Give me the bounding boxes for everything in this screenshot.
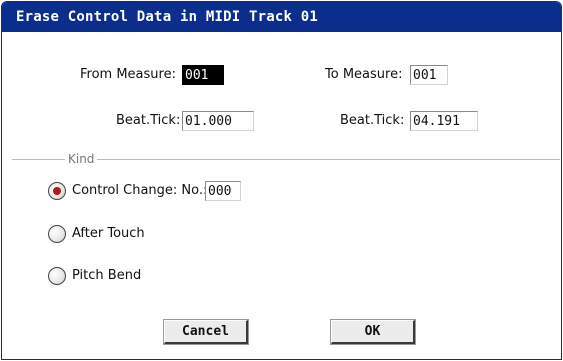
kind-group-label: Kind bbox=[65, 151, 98, 167]
from-measure-label: From Measure: bbox=[80, 67, 176, 82]
to-beat-tick-label: Beat.Tick: bbox=[340, 113, 405, 128]
from-beat-tick-label: Beat.Tick: bbox=[116, 113, 181, 128]
radio-selected-dot-icon bbox=[53, 187, 61, 195]
after-touch-label: After Touch bbox=[72, 226, 145, 241]
dialog-title: Erase Control Data in MIDI Track 01 bbox=[2, 2, 561, 32]
to-measure-label: To Measure: bbox=[325, 67, 403, 82]
from-beat-tick-field[interactable]: 01.000 bbox=[182, 111, 254, 131]
from-measure-field[interactable]: 001 bbox=[182, 65, 224, 85]
radio-button-icon[interactable] bbox=[48, 225, 66, 243]
to-beat-tick-field[interactable]: 04.191 bbox=[410, 111, 478, 131]
to-measure-field[interactable]: 001 bbox=[410, 65, 448, 85]
pitch-bend-label: Pitch Bend bbox=[72, 268, 142, 283]
control-change-number-field[interactable]: 000 bbox=[205, 181, 241, 201]
radio-button-icon[interactable] bbox=[48, 182, 66, 200]
cancel-button[interactable]: Cancel bbox=[163, 319, 249, 345]
radio-button-icon[interactable] bbox=[48, 267, 66, 285]
erase-control-dialog: Erase Control Data in MIDI Track 01 From… bbox=[1, 1, 562, 360]
ok-button[interactable]: OK bbox=[330, 319, 416, 345]
control-change-label: Control Change: No.: bbox=[72, 183, 208, 198]
